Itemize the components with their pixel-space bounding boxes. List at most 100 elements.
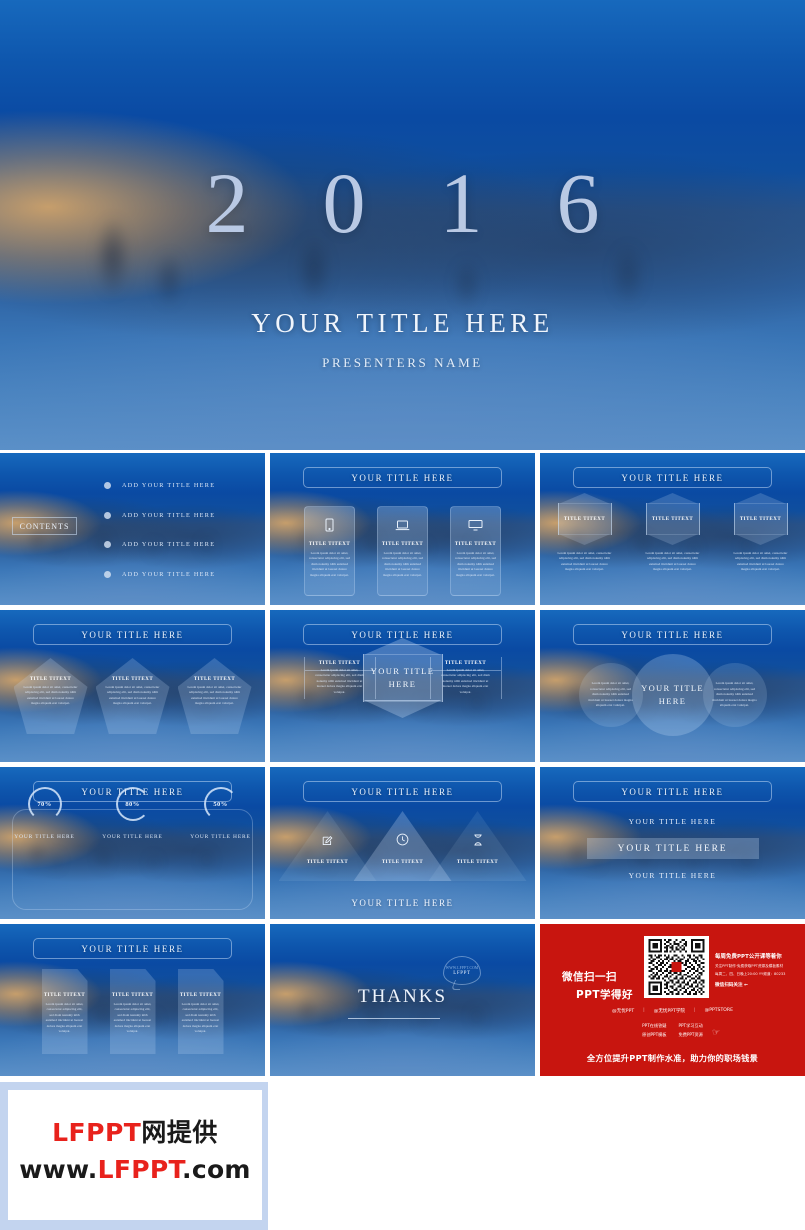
site-watermark: LFPPT网提供 www.LFPPT.com <box>0 1082 268 1230</box>
slide-thumbnail-hexagons[interactable]: YOUR TITLE HERE TITLE TITEXT Lorem ipsum… <box>540 453 805 605</box>
thanks-divider <box>348 1018 440 1019</box>
qr-code[interactable] <box>644 936 709 998</box>
title-slide-hero: 2016 YOUR TITLE HERE PRESENTERS NAME <box>0 0 805 450</box>
venn-circle-center[interactable]: YOUR TITLE HERE <box>631 654 714 736</box>
list-item[interactable]: ADD YOUR TITLE HERE <box>104 511 254 519</box>
donut-item[interactable]: 80% YOUR TITLE HERE <box>102 787 164 840</box>
icon-card[interactable]: TITLE TITEXT Lorem ipsum dolor sit amet,… <box>304 506 355 596</box>
hexagon-body-text: Lorem ipsum dolor sit amet, consectetur … <box>645 551 700 572</box>
donut-ring: 50% <box>203 787 238 821</box>
slide-thumbnail-folded-cards[interactable]: YOUR TITLE HERE TITLE TITEXT Lorem ipsum… <box>0 924 265 1076</box>
bullet-dot-icon <box>104 541 111 549</box>
promo-detail-line3: 每周二、四、日晚上20:00 YY频道：80233 <box>715 972 786 976</box>
folded-card-row: TITLE TITEXT Lorem ipsum dolor sit amet,… <box>0 969 265 1054</box>
watermark-line1: LFPPT网提供 <box>52 1113 218 1149</box>
slide-title: YOUR TITLE HERE <box>351 472 454 483</box>
hexagon-item[interactable]: TITLE TITEXT Lorem ipsum dolor sit amet,… <box>552 503 618 573</box>
slide-thumbnail-pentagons[interactable]: YOUR TITLE HERE TITLE TITEXT Lorem ipsum… <box>0 610 265 762</box>
divider: | <box>643 1008 645 1013</box>
list-item[interactable]: ADD YOUR TITLE HERE <box>104 541 254 549</box>
list-item[interactable]: ADD YOUR TITLE HERE <box>104 570 254 578</box>
icon-card-row: TITLE TITEXT Lorem ipsum dolor sit amet,… <box>270 506 535 596</box>
watermark-line2: www.LFPPT.com <box>19 1155 251 1184</box>
stacked-line[interactable]: YOUR TITLE HERE <box>629 871 717 880</box>
bullet-dot-icon <box>104 511 111 519</box>
hexagon-body-text: Lorem ipsum dolor sit amet, consectetur … <box>557 551 612 572</box>
slide-title-bar: YOUR TITLE HERE <box>573 467 772 488</box>
bullet-dot-icon <box>104 570 111 578</box>
folded-card[interactable]: TITLE TITEXT Lorem ipsum dolor sit amet,… <box>109 969 156 1054</box>
hexagon-item[interactable]: TITLE TITEXT Lorem ipsum dolor sit amet,… <box>728 503 794 573</box>
hexagon-title: TITLE TITEXT <box>563 516 606 522</box>
hexagon-group: TITLE TITEXT Lorem ipsum dolor sit amet,… <box>270 654 535 702</box>
hexagon-title: TITLE TITEXT <box>651 516 694 522</box>
hero-subtitle: PRESENTERS NAME <box>322 355 483 370</box>
icon-card[interactable]: TITLE TITEXT Lorem ipsum dolor sit amet,… <box>377 506 428 596</box>
donut-item[interactable]: 70% YOUR TITLE HERE <box>14 787 76 840</box>
card-body-text: Lorem ipsum dolor sit amet, consectetur … <box>454 551 497 577</box>
slide-thumbnail-icon-cards[interactable]: YOUR TITLE HERE TITLE TITEXT Lorem ipsum… <box>270 453 535 605</box>
qr-code-image <box>648 939 705 995</box>
list-item[interactable]: ADD YOUR TITLE HERE <box>104 482 254 490</box>
donut-row: 70% YOUR TITLE HERE 80% YOUR TITLE HERE … <box>0 787 265 840</box>
slide-thumbnail-thanks[interactable]: WWW.LFPPT.COM LFPPT THANKS <box>270 924 535 1076</box>
hero-title: YOUR TITLE HERE <box>251 308 554 338</box>
feature-label: 免费PPT资源 <box>678 1032 703 1037</box>
stacked-line[interactable]: YOUR TITLE HERE <box>629 817 717 826</box>
monitor-icon <box>468 514 483 536</box>
slide-thumbnail-stacked-lines[interactable]: YOUR TITLE HERE YOUR TITLE HERE YOUR TIT… <box>540 767 805 919</box>
stacked-line-highlighted[interactable]: YOUR TITLE HERE <box>586 838 759 859</box>
watermark-suffix: 网提供 <box>141 1118 218 1147</box>
folded-card-title: TITLE TITEXT <box>179 993 222 998</box>
cursor-pointer-icon: ☞ <box>712 1027 721 1037</box>
speech-bubble-watermark-icon: WWW.LFPPT.COM LFPPT <box>443 956 481 985</box>
slide-thumbnail-venn-circles[interactable]: YOUR TITLE HERE Lorem ipsum dolor sit am… <box>540 610 805 762</box>
folded-card-title: TITLE TITEXT <box>43 993 86 998</box>
hexagon-shape: TITLE TITEXT <box>557 503 612 535</box>
slide-title: YOUR TITLE HERE <box>351 786 454 797</box>
slide-thumbnail-contents[interactable]: CONTENTS ADD YOUR TITLE HERE ADD YOUR TI… <box>0 453 265 605</box>
donut-caption: YOUR TITLE HERE <box>14 834 75 840</box>
social-handle[interactable]: @无忧PPT <box>612 1008 634 1014</box>
venn-group: Lorem ipsum dolor sit amet, consectetur … <box>540 654 805 736</box>
folded-card-body-text: Lorem ipsum dolor sit amet, consectetur … <box>45 1002 84 1034</box>
slide-title: YOUR TITLE HERE <box>81 629 184 640</box>
hexagon-center[interactable]: YOUR TITLE HERE <box>362 654 443 702</box>
clock-icon <box>396 833 409 851</box>
donut-value: 70% <box>37 800 52 808</box>
watermark-url-brand: LFPPT <box>97 1155 183 1184</box>
hexagon-item[interactable]: TITLE TITEXT Lorem ipsum dolor sit amet,… <box>640 503 706 573</box>
slide-thumbnail-promo[interactable]: 微信扫一扫 PPT学得好 每周免费PPT公开课等着你 关注PPT制作·免费获取P… <box>540 924 805 1076</box>
donut-ring: 70% <box>27 787 62 821</box>
divider: | <box>694 1008 696 1013</box>
pentagon-body-text: Lorem ipsum dolor sit amet, consectetur … <box>23 685 78 706</box>
triangle-item[interactable]: TITLE TITEXT <box>353 811 452 881</box>
contents-label: CONTENTS <box>19 521 70 531</box>
pentagon-row: TITLE TITEXT Lorem ipsum dolor sit amet,… <box>0 658 265 734</box>
folded-card[interactable]: TITLE TITEXT Lorem ipsum dolor sit amet,… <box>177 969 224 1054</box>
hexagon-row: TITLE TITEXT Lorem ipsum dolor sit amet,… <box>540 503 805 573</box>
pentagon-item[interactable]: TITLE TITEXT Lorem ipsum dolor sit amet,… <box>95 658 170 734</box>
slide-thumbnail-donut-charts[interactable]: YOUR TITLE HERE 70% YOUR TITLE HERE 80% … <box>0 767 265 919</box>
pentagon-item[interactable]: TITLE TITEXT Lorem ipsum dolor sit amet,… <box>13 658 88 734</box>
hexagon-body-text: Lorem ipsum dolor sit amet, consectetur … <box>441 667 490 694</box>
stacked-line-group: YOUR TITLE HERE YOUR TITLE HERE YOUR TIT… <box>540 817 805 880</box>
promo-social-handles: @无忧PPT | @无忧PPT学院 | @PPTSTORE <box>540 1008 805 1014</box>
list-item-label: ADD YOUR TITLE HERE <box>122 482 216 490</box>
venn-center-label: YOUR TITLE HERE <box>641 682 704 706</box>
slide-thumbnail-triangles[interactable]: YOUR TITLE HERE TITLE TITEXT TITLE TITEX… <box>270 767 535 919</box>
laptop-icon <box>395 514 410 536</box>
slide-thumbnail-hexagon-center[interactable]: YOUR TITLE HERE TITLE TITEXT Lorem ipsum… <box>270 610 535 762</box>
list-item-label: ADD YOUR TITLE HERE <box>122 570 216 578</box>
icon-card[interactable]: TITLE TITEXT Lorem ipsum dolor sit amet,… <box>450 506 501 596</box>
folded-card[interactable]: TITLE TITEXT Lorem ipsum dolor sit amet,… <box>41 969 88 1054</box>
donut-item[interactable]: 50% YOUR TITLE HERE <box>190 787 252 840</box>
hero-year: 2016 <box>205 155 674 251</box>
social-handle[interactable]: @PPTSTORE <box>705 1008 733 1014</box>
slide-title: YOUR TITLE HERE <box>621 786 724 797</box>
card-title: TITLE TITEXT <box>381 542 424 547</box>
slide-thumbnail-grid: CONTENTS ADD YOUR TITLE HERE ADD YOUR TI… <box>0 450 805 1076</box>
pentagon-item[interactable]: TITLE TITEXT Lorem ipsum dolor sit amet,… <box>177 658 252 734</box>
social-handle[interactable]: @无忧PPT学院 <box>654 1008 685 1014</box>
bubble-url: WWW.LFPPT.COM <box>445 965 479 970</box>
